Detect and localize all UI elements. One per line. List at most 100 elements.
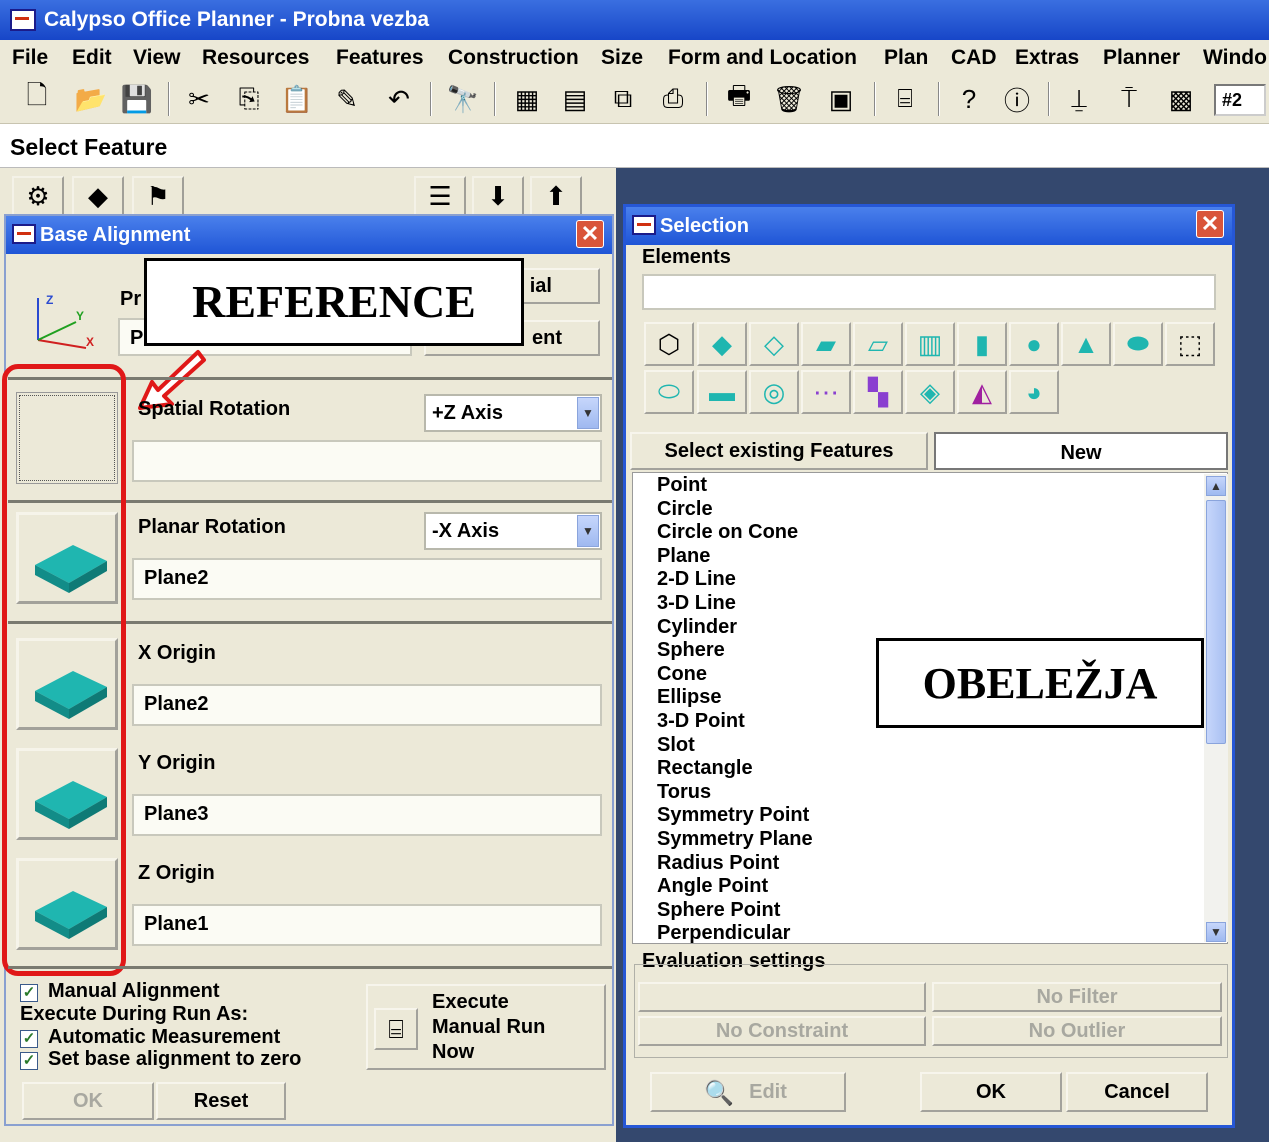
list-item[interactable]: Sphere — [657, 639, 725, 662]
menu-size[interactable]: Size — [601, 40, 643, 76]
characteristics-icon[interactable]: ⚑ — [132, 176, 184, 216]
cut-icon[interactable]: ✂ — [182, 82, 216, 116]
sphere-feature-icon[interactable]: ● — [1009, 322, 1059, 366]
cad-view-icon[interactable]: ▩ — [1164, 82, 1198, 116]
scroll-up-icon[interactable]: ▲ — [1206, 476, 1226, 496]
symmetry-point-icon[interactable]: ⋯ — [801, 370, 851, 414]
ok-button[interactable]: OK — [920, 1072, 1062, 1112]
probe-icon[interactable]: ⍊ — [1062, 82, 1096, 116]
menu-cad[interactable]: CAD — [951, 40, 997, 76]
paste-program-icon[interactable]: ⎙ — [656, 82, 690, 116]
list-item[interactable]: Cone — [657, 663, 707, 686]
manual-alignment-checkbox[interactable]: ✓ — [20, 984, 38, 1002]
stylus-icon[interactable]: ⍑ — [1112, 82, 1146, 116]
cancel-button[interactable]: Cancel — [1066, 1072, 1208, 1112]
undo-icon[interactable]: ↶ — [382, 82, 416, 116]
spatial-rotation-field[interactable] — [132, 440, 602, 482]
spatial-rotation-axis-select[interactable]: +Z Axis ▼ — [424, 394, 602, 432]
list-item[interactable]: Angle Point — [657, 875, 768, 898]
list-item[interactable]: Plane — [657, 545, 710, 568]
line-2d-feature-icon[interactable]: ▱ — [853, 322, 903, 366]
list-item[interactable]: Sphere Point — [657, 899, 780, 922]
machine-icon[interactable]: ⌸ — [888, 82, 922, 116]
move-up-icon[interactable]: ⬆ — [530, 176, 582, 216]
angle-point-icon[interactable]: ◭ — [957, 370, 1007, 414]
menu-file[interactable]: File — [12, 40, 48, 76]
list-item[interactable]: Radius Point — [657, 852, 779, 875]
menu-edit[interactable]: Edit — [72, 40, 112, 76]
list-item[interactable]: 3-D Line — [657, 592, 736, 615]
planar-rotation-axis-select[interactable]: -X Axis ▼ — [424, 512, 602, 550]
sphere-point-icon[interactable]: ◕ — [1009, 370, 1059, 414]
symmetry-plane-icon[interactable]: ▚ — [853, 370, 903, 414]
no-outlier-button[interactable]: No Outlier — [932, 1016, 1222, 1046]
cone-feature-icon[interactable]: ▲ — [1061, 322, 1111, 366]
set-zero-checkbox[interactable]: ✓ — [20, 1052, 38, 1070]
slot-feature-icon[interactable]: ⬭ — [644, 370, 694, 414]
automatic-measurement-checkbox[interactable]: ✓ — [20, 1030, 38, 1048]
scroll-down-icon[interactable]: ▼ — [1206, 922, 1226, 942]
base-alignment-close-button[interactable]: ✕ — [576, 220, 604, 248]
menu-plan[interactable]: Plan — [884, 40, 928, 76]
point-feature-icon[interactable]: ◆ — [697, 322, 747, 366]
list-icon[interactable]: ☰ — [414, 176, 466, 216]
help-icon[interactable]: ? — [952, 82, 986, 116]
report-icon[interactable]: ▣ — [824, 82, 858, 116]
x-origin-field[interactable]: Plane2 — [132, 684, 602, 726]
shapes-icon[interactable]: ◆ — [72, 176, 124, 216]
list-item[interactable]: Point — [657, 474, 707, 497]
planar-rotation-field[interactable]: Plane2 — [132, 558, 602, 600]
new-file-icon[interactable]: 🗋 — [20, 80, 54, 116]
tab-new[interactable]: New — [934, 432, 1228, 470]
list-item[interactable]: 2-D Line — [657, 568, 736, 591]
elements-field[interactable] — [642, 274, 1216, 310]
list-item[interactable]: Symmetry Plane — [657, 828, 813, 851]
move-down-icon[interactable]: ⬇ — [472, 176, 524, 216]
menu-window[interactable]: Windo — [1203, 40, 1267, 76]
chevron-down-icon[interactable]: ▼ — [577, 515, 599, 547]
no-filter-button[interactable]: No Filter — [932, 982, 1222, 1012]
list-item[interactable]: Symmetry Point — [657, 804, 809, 827]
edit-button[interactable]: 🔍 Edit — [650, 1072, 846, 1112]
print-icon[interactable]: 🖶 — [722, 80, 756, 116]
menu-features[interactable]: Features — [336, 40, 424, 76]
ok-button-disabled[interactable]: OK — [22, 1082, 154, 1120]
list-item[interactable]: Torus — [657, 781, 711, 804]
tab-select-existing-features[interactable]: Select existing Features — [630, 432, 928, 470]
menu-planner[interactable]: Planner — [1103, 40, 1180, 76]
features-tree-icon[interactable]: ⚙ — [12, 176, 64, 216]
grid-view-icon[interactable]: ▦ — [510, 82, 544, 116]
paste-icon[interactable]: 📋 — [280, 82, 314, 116]
box-feature-icon[interactable]: ⬚ — [1165, 322, 1215, 366]
plane-feature-icon[interactable]: ▰ — [801, 322, 851, 366]
list-item[interactable]: Slot — [657, 734, 695, 757]
menu-view[interactable]: View — [133, 40, 180, 76]
list-item[interactable]: Cylinder — [657, 616, 737, 639]
line-3d-feature-icon[interactable]: ▥ — [905, 322, 955, 366]
menu-extras[interactable]: Extras — [1015, 40, 1079, 76]
delete-icon[interactable]: 🗑 — [772, 82, 806, 116]
list-item[interactable]: Ellipse — [657, 686, 721, 709]
table-view-icon[interactable]: ▤ — [558, 82, 592, 116]
save-icon[interactable]: 💾 — [120, 82, 154, 116]
selection-close-button[interactable]: ✕ — [1196, 210, 1224, 238]
rectangle-feature-icon[interactable]: ▬ — [697, 370, 747, 414]
info-icon[interactable]: ⓘ — [1000, 82, 1034, 116]
ellipse-feature-icon[interactable]: ⬬ — [1113, 322, 1163, 366]
list-item[interactable]: Perpendicular — [657, 922, 790, 945]
copy-icon[interactable]: ⎘ — [232, 82, 266, 116]
no-constraint-button[interactable]: No Constraint — [638, 1016, 926, 1046]
zoom-field[interactable]: #2 — [1214, 84, 1266, 116]
circle-feature-icon[interactable]: ◇ — [749, 322, 799, 366]
evaluation-blank-button[interactable] — [638, 982, 926, 1012]
chevron-down-icon[interactable]: ▼ — [577, 397, 599, 429]
y-origin-field[interactable]: Plane3 — [132, 794, 602, 836]
menu-form-and-location[interactable]: Form and Location — [668, 40, 857, 76]
binoculars-icon[interactable]: 🔭 — [446, 82, 480, 116]
open-folder-icon[interactable]: 📂 — [74, 82, 108, 116]
menu-resources[interactable]: Resources — [202, 40, 309, 76]
list-item[interactable]: Rectangle — [657, 757, 753, 780]
radius-point-icon[interactable]: ◈ — [905, 370, 955, 414]
copy-program-icon[interactable]: ⧉ — [606, 82, 640, 116]
list-item[interactable]: 3-D Point — [657, 710, 745, 733]
